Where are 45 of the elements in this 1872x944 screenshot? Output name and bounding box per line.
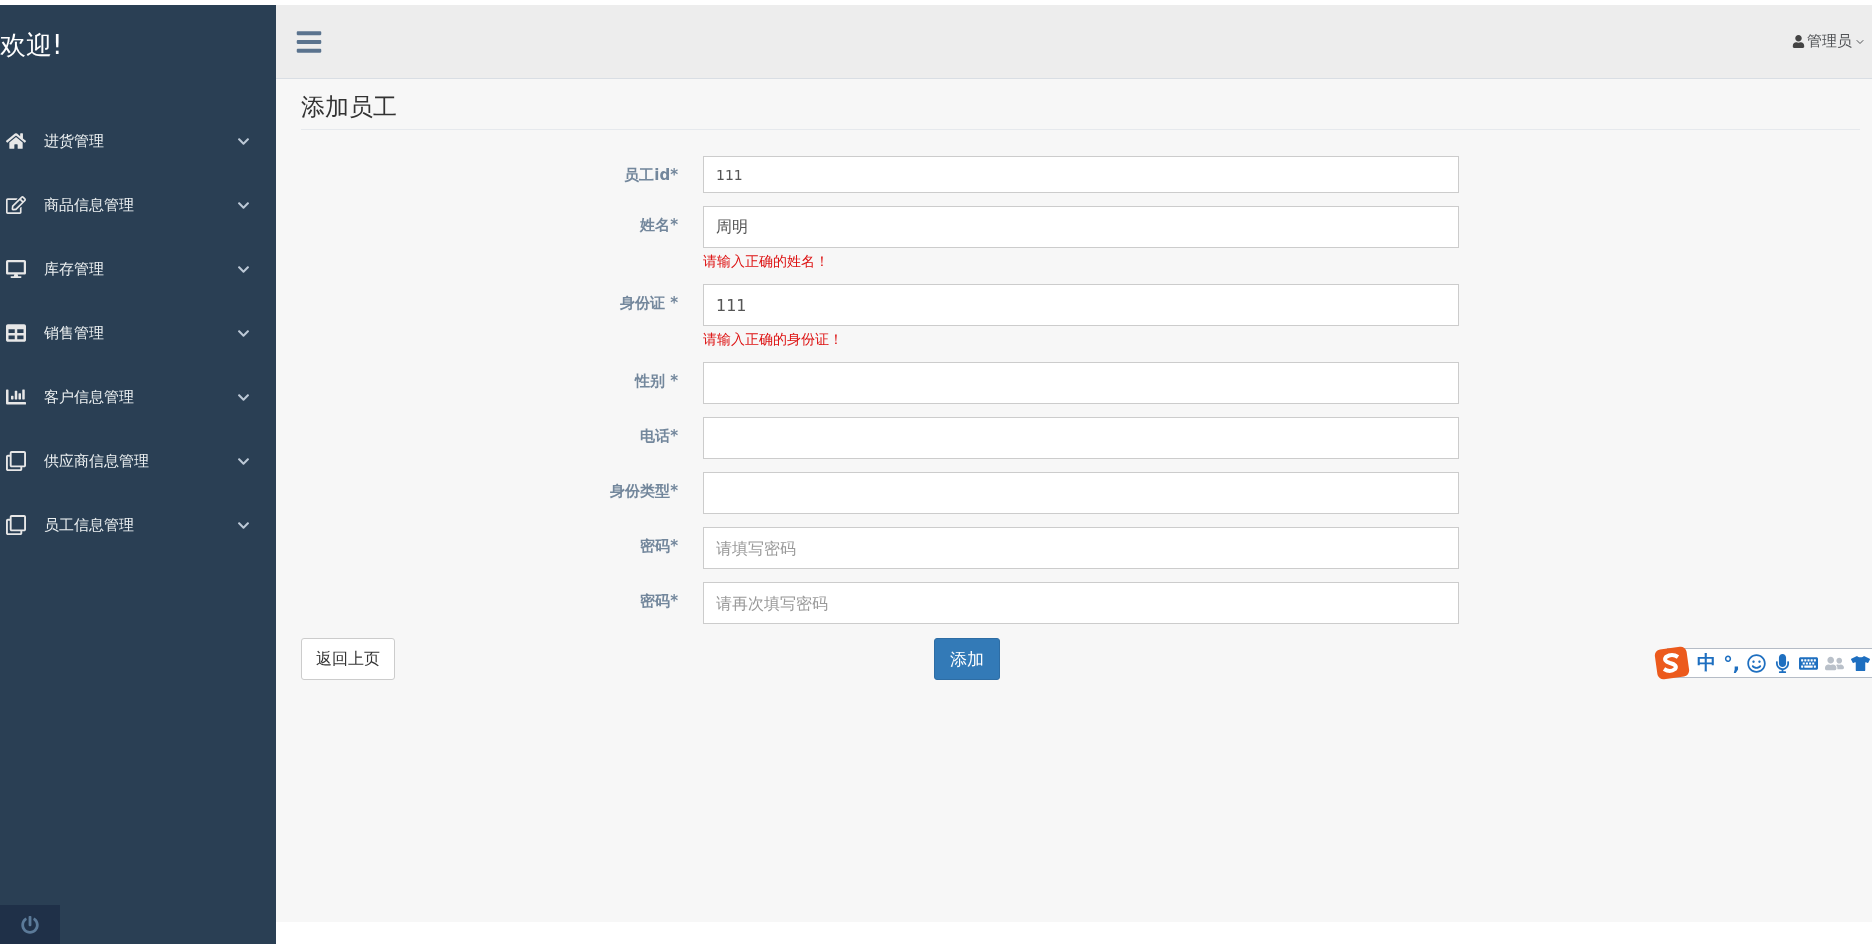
field-label: 性别 *: [633, 371, 678, 392]
punctuation-toggle[interactable]: °,: [1723, 652, 1740, 674]
error-message: 请输入正确的姓名！: [703, 252, 830, 271]
sidebar-item[interactable]: 客户信息管理: [0, 365, 276, 429]
input-field[interactable]: 111: [703, 156, 1459, 193]
sidebar-item-label: 客户信息管理: [44, 387, 135, 407]
power-icon: [21, 915, 39, 934]
sidebar-item[interactable]: 销售管理: [0, 301, 276, 365]
user-menu[interactable]: 管理员: [1792, 32, 1866, 51]
field-label: 电话*: [639, 426, 678, 447]
field-label: 身份证 *: [618, 293, 678, 314]
sidebar-item[interactable]: 进货管理: [0, 109, 276, 173]
sidebar-item[interactable]: 库存管理: [0, 237, 276, 301]
input-field[interactable]: 请再次填写密码: [703, 582, 1459, 624]
shirt-icon[interactable]: [1851, 653, 1870, 673]
power-button[interactable]: [0, 905, 60, 944]
sidebar-item[interactable]: 员工信息管理: [0, 493, 276, 557]
sidebar-item-label: 销售管理: [44, 323, 105, 343]
input-field[interactable]: 111: [703, 284, 1459, 326]
input-field[interactable]: [703, 362, 1459, 404]
error-message: 请输入正确的身份证！: [703, 330, 844, 349]
sidebar-item-label: 进货管理: [44, 131, 105, 151]
welcome-title: 欢迎!: [0, 29, 64, 62]
field-label: 密码*: [639, 536, 678, 557]
sidebar-item-label: 供应商信息管理: [44, 451, 150, 471]
sidebar-item[interactable]: 供应商信息管理: [0, 429, 276, 493]
page-title: 添加员工: [301, 91, 1860, 130]
smiley-icon[interactable]: [1747, 653, 1766, 673]
input-field[interactable]: 周明: [703, 206, 1459, 248]
input-field[interactable]: [703, 472, 1459, 514]
user-icon: [1792, 35, 1805, 48]
input-mode-toggle[interactable]: 中: [1697, 650, 1717, 676]
back-button[interactable]: 返回上页: [301, 638, 395, 680]
add-button[interactable]: 添加: [934, 638, 1000, 680]
field-label: 姓名*: [639, 215, 678, 236]
field-label: 身份类型*: [609, 481, 678, 502]
input-field[interactable]: [703, 417, 1459, 459]
field-label: 员工id*: [623, 165, 678, 186]
field-label: 密码*: [639, 591, 678, 612]
sidebar-item[interactable]: 商品信息管理: [0, 173, 276, 237]
sidebar-item-label: 库存管理: [44, 259, 105, 279]
input-field[interactable]: 请填写密码: [703, 527, 1459, 569]
microphone-icon[interactable]: [1773, 653, 1792, 673]
sidebar-item-label: 商品信息管理: [44, 195, 135, 215]
sidebar-item-label: 员工信息管理: [44, 515, 135, 535]
